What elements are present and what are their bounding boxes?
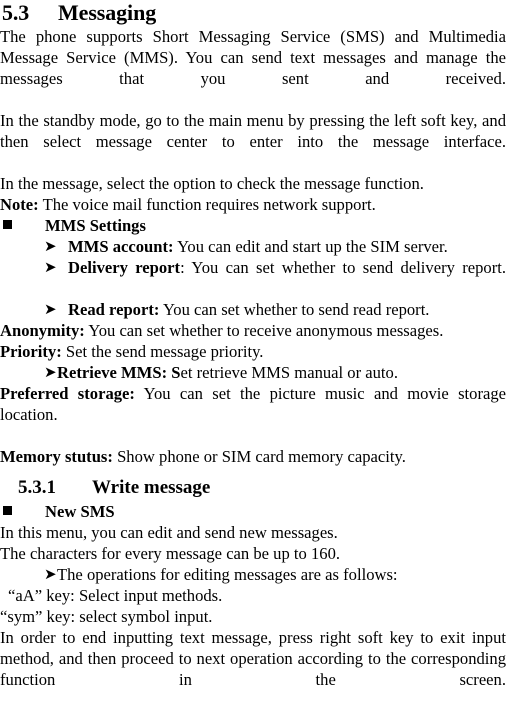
setting-term: Memory stutus: (0, 447, 113, 466)
setting-entry: Memory stutus: Show phone or SIM card me… (0, 446, 506, 467)
intro-paragraph-3: In the message, select the option to che… (0, 174, 424, 193)
square-bullet-icon (3, 220, 12, 229)
mms-settings-heading: MMS Settings (0, 215, 506, 236)
list-item-description: You can edit and start up the SIM server… (177, 237, 448, 256)
intro-paragraph-1: The phone supports Short Messaging Servi… (0, 27, 506, 88)
section-number: 5.3 (2, 0, 30, 25)
section-title: Messaging (58, 0, 157, 25)
new-sms-label: New SMS (45, 502, 115, 521)
subsection-number: 5.3.1 (18, 477, 56, 498)
setting-description: Set the send message priority. (65, 342, 264, 361)
list-item-term: Read report: (68, 300, 160, 319)
subsection-title: Write message (92, 477, 211, 498)
note-label: Note: (0, 195, 39, 214)
list-item-description: et retrieve MMS manual or auto. (180, 363, 398, 382)
setting-entry: Priority: Set the send message priority. (0, 341, 506, 362)
new-sms-paragraph-1: In this menu, you can edit and send new … (0, 523, 338, 542)
document-page: 5.3 Messaging The phone supports Short Me… (0, 0, 506, 689)
list-item: ➤ MMS account: You can edit and start up… (0, 236, 506, 257)
arrow-bullet-icon: ➤ (44, 363, 57, 381)
note-line: Note: The voice mail function requires n… (0, 194, 506, 215)
list-item-term-suffix: : (180, 258, 185, 277)
setting-term: Priority: (0, 342, 62, 361)
intro-paragraph-2: In the standby mode, go to the main menu… (0, 111, 506, 151)
setting-description: Show phone or SIM card memory capacity. (117, 447, 406, 466)
setting-term: Anonymity: (0, 321, 85, 340)
new-sms-paragraph-2: The characters for every message can be … (0, 544, 341, 563)
key-line-aa: “aA” key: Select input methods. (8, 586, 223, 605)
list-item-description: You can set whether to send read report. (162, 300, 430, 319)
arrow-bullet-icon: ➤ (44, 237, 57, 255)
list-item: ➤ Read report: You can set whether to se… (0, 299, 506, 320)
arrow-bullet-icon: ➤ (44, 258, 57, 276)
list-item-text: The operations for editing messages are … (57, 565, 398, 584)
list-item-term: Delivery report (68, 258, 181, 277)
list-item-term: MMS account: (68, 237, 174, 256)
new-sms-heading: New SMS (0, 501, 506, 522)
list-item: ➤ The operations for editing messages ar… (0, 564, 506, 585)
arrow-bullet-icon: ➤ (44, 300, 57, 318)
setting-entry: Preferred storage: You can set the pictu… (0, 383, 506, 446)
mms-settings-label: MMS Settings (45, 216, 146, 235)
setting-description: You can set whether to receive anonymous… (88, 321, 444, 340)
square-bullet-icon (3, 506, 12, 515)
key-line-sym: “sym” key: select symbol input. (0, 607, 213, 626)
setting-term: Preferred storage: (0, 384, 135, 403)
arrow-bullet-icon: ➤ (44, 565, 57, 583)
subsection-heading: 5.3.1 Write message (0, 476, 506, 500)
list-item: ➤ Retrieve MMS: Set retrieve MMS manual … (0, 362, 506, 383)
closing-paragraph: In order to end inputting text message, … (0, 628, 506, 689)
list-item: ➤ Delivery report: You can set whether t… (0, 257, 506, 299)
section-heading: 5.3 Messaging (0, 0, 506, 25)
note-text: The voice mail function requires network… (42, 195, 376, 214)
list-item-term: Retrieve MMS: S (57, 363, 181, 382)
setting-entry: Anonymity: You can set whether to receiv… (0, 320, 506, 341)
list-item-description: You can set whether to send delivery rep… (191, 258, 506, 277)
